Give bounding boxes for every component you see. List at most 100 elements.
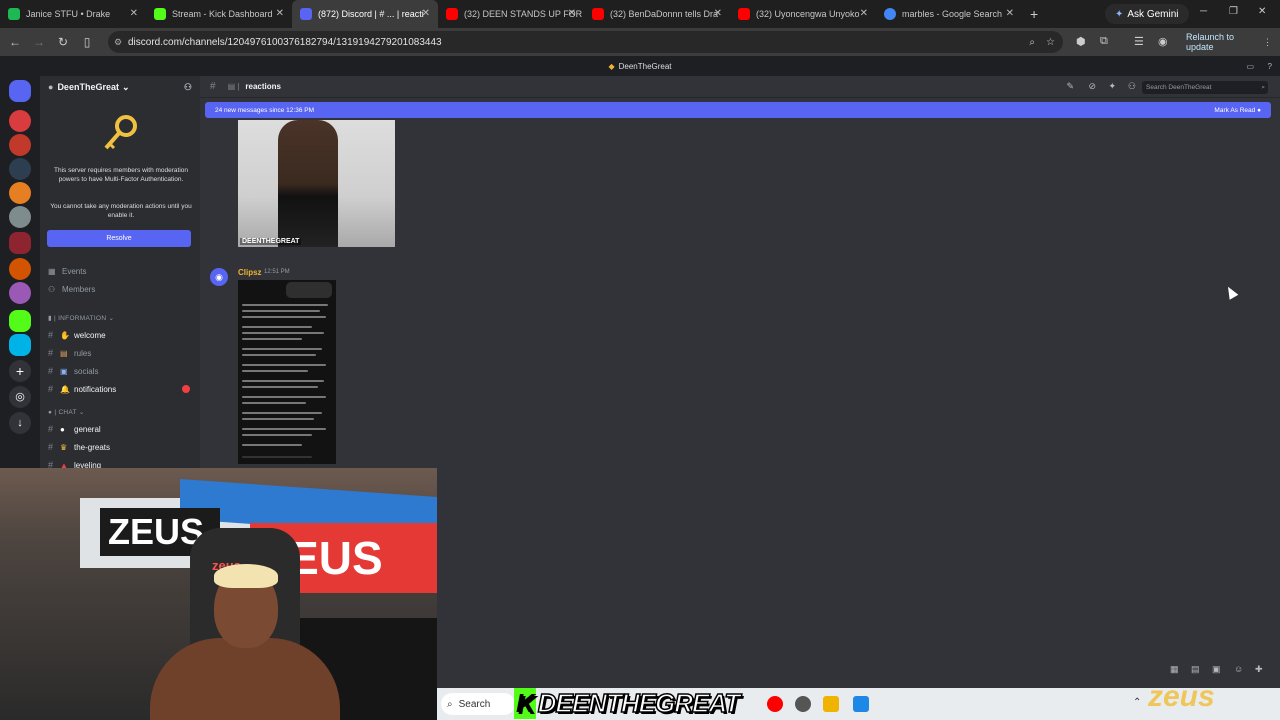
- server-icon[interactable]: [9, 134, 31, 156]
- close-icon[interactable]: ✕: [130, 8, 138, 19]
- streamer-name-overlay: K DEENTHEGREAT: [514, 687, 741, 719]
- channel-general[interactable]: # ● general: [48, 422, 101, 436]
- text-line: [242, 332, 324, 334]
- channel-notifications[interactable]: # 🔔 notifications: [48, 382, 190, 396]
- discover-icon[interactable]: ◎: [9, 386, 31, 408]
- extension-icon[interactable]: ⬢: [1076, 35, 1086, 48]
- close-icon[interactable]: ✕: [860, 8, 868, 19]
- profile-icon[interactable]: ◉: [1158, 35, 1168, 48]
- message-author[interactable]: Clipsz: [238, 268, 262, 277]
- puzzle-icon[interactable]: ⧉: [1100, 35, 1108, 48]
- server-icon[interactable]: [9, 158, 31, 180]
- browser-tab-active[interactable]: (872) Discord | # ... | reacti ✕: [292, 0, 438, 28]
- chat-bubble: [286, 282, 332, 298]
- channel-socials[interactable]: # ▣ socials: [48, 364, 98, 378]
- apps-icon[interactable]: ✚: [1255, 664, 1263, 675]
- members-item[interactable]: ⚇ Members: [48, 282, 95, 296]
- forward-icon[interactable]: →: [27, 35, 51, 49]
- window-close-icon[interactable]: ✕: [1258, 6, 1266, 17]
- restore-icon[interactable]: ❐: [1229, 6, 1238, 17]
- reload-icon[interactable]: ↻: [51, 35, 75, 49]
- new-tab-button[interactable]: +: [1022, 6, 1046, 22]
- search-icon: ⌕: [447, 698, 453, 710]
- close-icon[interactable]: ✕: [568, 8, 576, 19]
- gift-icon[interactable]: ▦: [1170, 664, 1179, 675]
- close-icon[interactable]: ✕: [422, 8, 430, 19]
- hash-icon: #: [48, 424, 54, 434]
- server-icon[interactable]: [9, 110, 31, 132]
- sticker-icon[interactable]: ▣: [1212, 664, 1221, 675]
- server-icon[interactable]: [9, 310, 31, 332]
- site-info-icon[interactable]: ⚙: [114, 37, 122, 48]
- server-header[interactable]: ● DeenTheGreat ⌄ ⚇: [40, 76, 200, 98]
- channel-the-greats[interactable]: # ♛ the-greats: [48, 440, 110, 454]
- channel-label: welcome: [74, 330, 106, 340]
- category-chat[interactable]: ● | CHAT ⌄: [48, 408, 85, 416]
- emoji-icon[interactable]: ☺: [1234, 664, 1243, 674]
- gif-icon[interactable]: ▤: [1191, 664, 1200, 675]
- text-line: [242, 428, 326, 430]
- app-icon[interactable]: [853, 696, 869, 712]
- discord-title-bar: ◆ DeenTheGreat ▭ ?: [0, 56, 1280, 76]
- search-input[interactable]: Search DeenTheGreat ⌕: [1142, 81, 1268, 94]
- back-icon[interactable]: ←: [3, 35, 27, 49]
- threads-icon[interactable]: ✎: [1066, 81, 1074, 92]
- events-item[interactable]: ▦ Events: [48, 264, 86, 278]
- browser-tab[interactable]: Stream - Kick Dashboard ✕: [146, 0, 292, 28]
- help-icon[interactable]: ?: [1268, 62, 1272, 71]
- server-icon[interactable]: [9, 258, 31, 280]
- server-icon[interactable]: [9, 206, 31, 228]
- mute-icon[interactable]: ⊘: [1088, 81, 1096, 92]
- mark-as-read-button[interactable]: Mark As Read ●: [1214, 107, 1261, 114]
- new-messages-bar[interactable]: 24 new messages since 12:36 PM Mark As R…: [205, 102, 1271, 118]
- close-icon[interactable]: ✕: [1006, 8, 1014, 19]
- text-line: [242, 326, 312, 328]
- category-label: INFORMATION: [58, 315, 107, 322]
- message-screenshot-image[interactable]: [238, 280, 336, 464]
- message-image[interactable]: DEENTHEGREAT: [238, 120, 395, 247]
- add-server-icon[interactable]: +: [9, 360, 31, 382]
- server-icon[interactable]: [9, 334, 31, 356]
- obs-icon[interactable]: [795, 696, 811, 712]
- browser-tab[interactable]: Janice STFU • Drake ✕: [0, 0, 146, 28]
- inbox-icon[interactable]: ▭: [1246, 62, 1254, 71]
- channel-sidebar: ● DeenTheGreat ⌄ ⚇ This server requires …: [40, 76, 200, 470]
- channel-rules[interactable]: # ▤ rules: [48, 346, 91, 360]
- server-icon[interactable]: [9, 182, 31, 204]
- minimize-icon[interactable]: ─: [1200, 6, 1207, 17]
- sidebar-icon[interactable]: ▯: [75, 35, 99, 49]
- taskbar-search[interactable]: ⌕ Search: [441, 693, 515, 715]
- browser-tab[interactable]: (32) Uyoncengwa Unyoko ✕: [730, 0, 876, 28]
- tab-title: (32) BenDaDonnn tells Dra: [610, 9, 719, 19]
- google-icon: [884, 8, 896, 20]
- browser-tab[interactable]: marbles - Google Search ✕: [876, 0, 1022, 28]
- zoom-icon[interactable]: ⌕: [1029, 37, 1035, 48]
- bookmark-star-icon[interactable]: ☆: [1046, 37, 1055, 48]
- server-icon-active[interactable]: [9, 232, 31, 254]
- file-explorer-icon[interactable]: [823, 696, 839, 712]
- youtube-icon[interactable]: [767, 696, 783, 712]
- relaunch-button[interactable]: Relaunch to update ⋮: [1178, 32, 1280, 52]
- close-icon[interactable]: ✕: [714, 8, 722, 19]
- menu-dots-icon[interactable]: ⋮: [1263, 37, 1272, 48]
- browser-tab[interactable]: (32) BenDaDonnn tells Dra ✕: [584, 0, 730, 28]
- youtube-icon: [592, 8, 604, 20]
- category-information[interactable]: ▮ | INFORMATION ⌄: [48, 314, 114, 322]
- close-icon[interactable]: ✕: [276, 8, 284, 19]
- download-icon[interactable]: ↓: [9, 412, 31, 434]
- direct-messages-icon[interactable]: [9, 80, 31, 102]
- browser-tab[interactable]: (32) DEEN STANDS UP FOR ✕: [438, 0, 584, 28]
- resolve-button[interactable]: Resolve: [47, 230, 191, 247]
- server-icon[interactable]: [9, 282, 31, 304]
- bell-emoji-icon: 🔔: [60, 384, 70, 394]
- text-line: [242, 456, 312, 458]
- member-list-icon[interactable]: ⚇: [1128, 81, 1136, 92]
- channel-welcome[interactable]: # ✋ welcome: [48, 328, 106, 342]
- avatar[interactable]: ◉: [210, 268, 228, 286]
- invite-icon[interactable]: ⚇: [184, 82, 192, 93]
- pin-icon[interactable]: ✦: [1108, 81, 1116, 92]
- reading-list-icon[interactable]: ☰: [1134, 35, 1144, 48]
- address-bar[interactable]: ⚙ discord.com/channels/12049761003761827…: [108, 31, 1063, 53]
- chevron-up-icon[interactable]: ⌃: [1133, 697, 1141, 708]
- ask-gemini-button[interactable]: ✦ Ask Gemini: [1105, 4, 1189, 24]
